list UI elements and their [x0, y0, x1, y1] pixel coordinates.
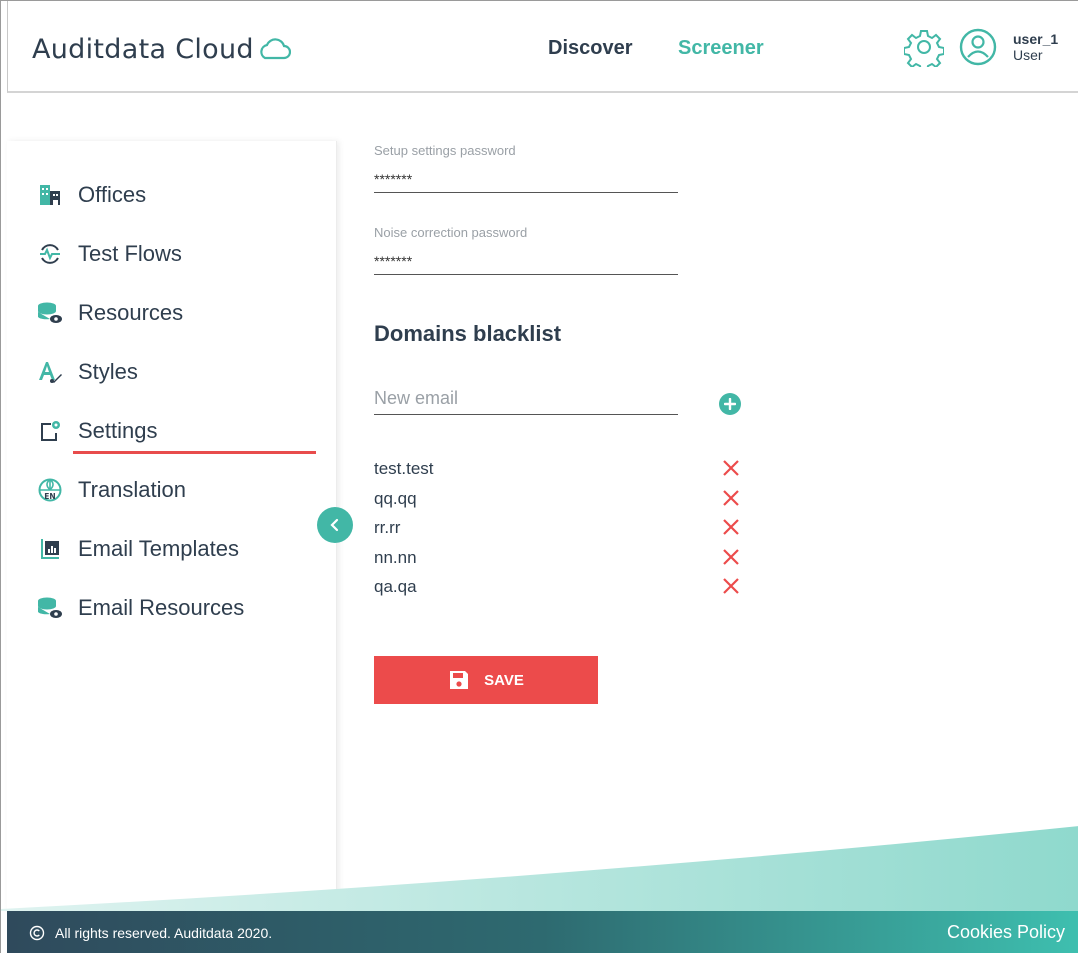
- sidebar-item-label: Translation: [78, 477, 187, 502]
- user-info[interactable]: user_1 User: [1013, 31, 1058, 63]
- noise-password-field[interactable]: [374, 251, 678, 275]
- font-brush-icon: [37, 359, 63, 385]
- domain-text: qq.qq: [374, 489, 417, 508]
- chevron-left-icon: [330, 518, 339, 532]
- close-icon: [723, 519, 739, 535]
- domain-row: qq.qq: [374, 485, 744, 513]
- domain-row: test.test: [374, 455, 744, 483]
- gear-icon[interactable]: [904, 27, 944, 67]
- noise-password-label: Noise correction password: [374, 225, 528, 240]
- sidebar-item-translation[interactable]: EN Translation: [37, 472, 186, 508]
- database-eye-icon: [37, 595, 63, 621]
- building-icon: [37, 182, 63, 208]
- nav-screener[interactable]: Screener: [678, 37, 764, 60]
- domain-text: test.test: [374, 459, 434, 478]
- user-name: user_1: [1013, 31, 1059, 47]
- sidebar-item-label: Email Templates: [78, 536, 239, 561]
- user-avatar-icon[interactable]: [958, 27, 998, 67]
- sidebar-item-label: Offices: [78, 182, 147, 207]
- logo[interactable]: Auditdata Cloud: [32, 31, 291, 67]
- remove-domain-button[interactable]: [720, 575, 742, 597]
- footer: All rights reserved. Auditdata 2020. Coo…: [7, 911, 1078, 953]
- setup-password-label: Setup settings password: [374, 143, 516, 158]
- add-email-button[interactable]: [719, 393, 741, 415]
- sidebar-item-settings[interactable]: Settings: [37, 413, 158, 449]
- svg-text:EN: EN: [44, 492, 55, 501]
- sidebar-item-email-templates[interactable]: Email Templates: [37, 531, 239, 567]
- app-frame: Auditdata Cloud Discover Screener user_1…: [0, 0, 1078, 953]
- sidebar-item-label: Resources: [78, 300, 184, 325]
- sidebar-item-styles[interactable]: Styles: [37, 354, 138, 390]
- copyright-icon: [29, 925, 45, 940]
- user-role: User: [1013, 47, 1043, 63]
- new-email-input[interactable]: [374, 383, 678, 415]
- sidebar-item-test-flows[interactable]: Test Flows: [37, 236, 182, 272]
- copyright-text: All rights reserved. Auditdata 2020.: [55, 924, 273, 941]
- copyright: All rights reserved. Auditdata 2020.: [29, 925, 272, 941]
- setup-password-field[interactable]: [374, 169, 678, 193]
- report-file-icon: [37, 536, 63, 562]
- domain-text: qa.qa: [374, 577, 417, 596]
- sidebar-item-label: Test Flows: [78, 241, 182, 266]
- domain-text: rr.rr: [374, 518, 401, 537]
- sidebar-collapse-button[interactable]: [317, 507, 353, 543]
- sidebar-item-label: Email Resources: [78, 595, 245, 620]
- close-icon: [723, 549, 739, 565]
- cookies-policy-link[interactable]: Cookies Policy: [947, 922, 1065, 943]
- sidebar-item-label: Styles: [78, 359, 138, 384]
- nav-discover[interactable]: Discover: [548, 37, 633, 60]
- remove-domain-button[interactable]: [720, 457, 742, 479]
- sidebar-item-email-resources[interactable]: Email Resources: [37, 590, 244, 626]
- sidebar-item-resources[interactable]: Resources: [37, 295, 183, 331]
- domain-row: rr.rr: [374, 514, 744, 542]
- sidebar: Offices Test Flows Resources Styles Sett…: [7, 141, 337, 911]
- device-gear-icon: [37, 418, 63, 444]
- test-flow-icon: [37, 241, 63, 267]
- top-header: Auditdata Cloud Discover Screener user_1…: [7, 1, 1078, 93]
- database-eye-icon: [37, 300, 63, 326]
- sidebar-item-offices[interactable]: Offices: [37, 177, 146, 213]
- remove-domain-button[interactable]: [720, 516, 742, 538]
- save-button[interactable]: SAVE: [374, 656, 598, 704]
- decorative-wave: [1, 826, 1078, 911]
- plus-icon: [724, 398, 736, 410]
- blacklist-title: Domains blacklist: [374, 321, 562, 346]
- sidebar-item-label: Settings: [78, 418, 158, 443]
- close-icon: [723, 490, 739, 506]
- domain-row: qa.qa: [374, 573, 744, 601]
- close-icon: [723, 460, 739, 476]
- remove-domain-button[interactable]: [720, 487, 742, 509]
- remove-domain-button[interactable]: [720, 546, 742, 568]
- save-button-label: SAVE: [484, 671, 524, 689]
- floppy-disk-icon: [450, 671, 469, 689]
- globe-en-icon: EN: [37, 477, 63, 503]
- domain-row: nn.nn: [374, 544, 744, 572]
- cloud-icon: [260, 38, 291, 60]
- logo-text: Auditdata Cloud: [32, 33, 254, 65]
- close-icon: [723, 578, 739, 594]
- domain-text: nn.nn: [374, 548, 417, 567]
- active-indicator: [73, 451, 316, 454]
